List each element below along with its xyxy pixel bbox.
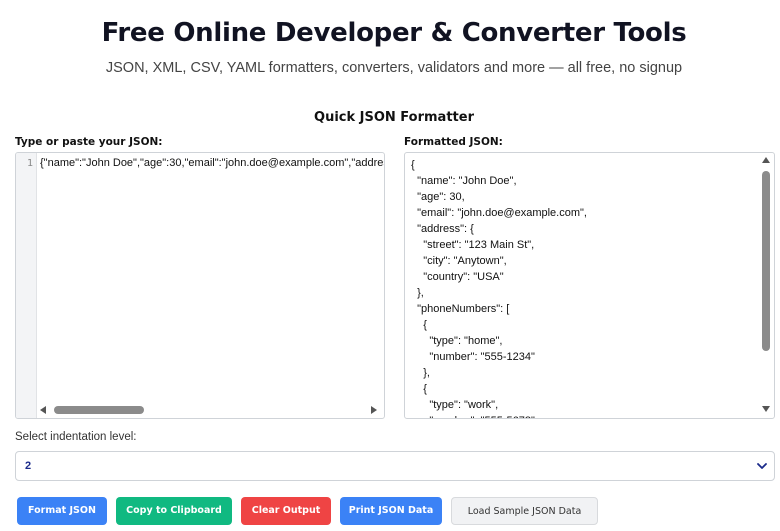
page-subtitle: JSON, XML, CSV, YAML formatters, convert… bbox=[105, 60, 683, 76]
output-line: "age": 30, bbox=[411, 191, 465, 203]
copy-to-clipboard-button[interactable]: Copy to Clipboard bbox=[116, 497, 232, 525]
horizontal-scrollbar[interactable] bbox=[38, 404, 382, 416]
output-line: { bbox=[411, 159, 415, 171]
chevron-down-icon bbox=[757, 463, 767, 469]
output-line: "email": "john.doe@example.com", bbox=[411, 207, 587, 219]
arrow-left-icon[interactable] bbox=[40, 406, 46, 414]
output-line: "number": "555-1234" bbox=[411, 351, 535, 363]
vertical-scrollbar[interactable] bbox=[760, 155, 772, 416]
formatted-json-output[interactable]: { "name": "John Doe", "age": 30, "email"… bbox=[404, 152, 775, 419]
input-label: Type or paste your JSON: bbox=[15, 136, 163, 148]
scrollbar-thumb[interactable] bbox=[762, 171, 770, 351]
line-number: 1 bbox=[26, 158, 33, 169]
output-line: "street": "123 Main St", bbox=[411, 239, 535, 251]
output-line: "type": "home", bbox=[411, 335, 503, 347]
page-title: Free Online Developer & Converter Tools bbox=[101, 18, 687, 48]
output-line: "country": "USA" bbox=[411, 271, 504, 283]
json-input-text[interactable]: {"name":"John Doe","age":30,"email":"joh… bbox=[40, 157, 384, 169]
scrollbar-thumb[interactable] bbox=[54, 406, 144, 414]
output-line: }, bbox=[411, 287, 424, 299]
output-line: "type": "work", bbox=[411, 399, 499, 411]
indent-label: Select indentation level: bbox=[15, 431, 137, 443]
json-input-editor[interactable]: 1 {"name":"John Doe","age":30,"email":"j… bbox=[15, 152, 385, 419]
print-json-button[interactable]: Print JSON Data bbox=[340, 497, 442, 525]
clear-output-button[interactable]: Clear Output bbox=[241, 497, 331, 525]
output-line: "number": "555-5678" bbox=[411, 413, 756, 418]
output-line: "name": "John Doe", bbox=[411, 175, 517, 187]
output-line: { bbox=[411, 319, 427, 331]
formatter-title: Quick JSON Formatter bbox=[314, 110, 474, 125]
format-json-button[interactable]: Format JSON bbox=[17, 497, 107, 525]
indent-select[interactable]: 2 bbox=[15, 451, 775, 481]
formatted-json-lines: { "name": "John Doe", "age": 30, "email"… bbox=[411, 157, 756, 418]
output-line: "city": "Anytown", bbox=[411, 255, 507, 267]
arrow-up-icon[interactable] bbox=[762, 157, 770, 163]
output-line: }, bbox=[411, 367, 430, 379]
load-sample-json-button[interactable]: Load Sample JSON Data bbox=[451, 497, 598, 525]
output-label: Formatted JSON: bbox=[404, 136, 503, 148]
output-line: { bbox=[411, 383, 427, 395]
line-number-gutter: 1 bbox=[16, 153, 37, 418]
indent-value: 2 bbox=[25, 460, 32, 472]
output-line: "phoneNumbers": [ bbox=[411, 303, 510, 315]
output-line: "address": { bbox=[411, 223, 474, 235]
arrow-down-icon[interactable] bbox=[762, 406, 770, 412]
arrow-right-icon[interactable] bbox=[371, 406, 377, 414]
